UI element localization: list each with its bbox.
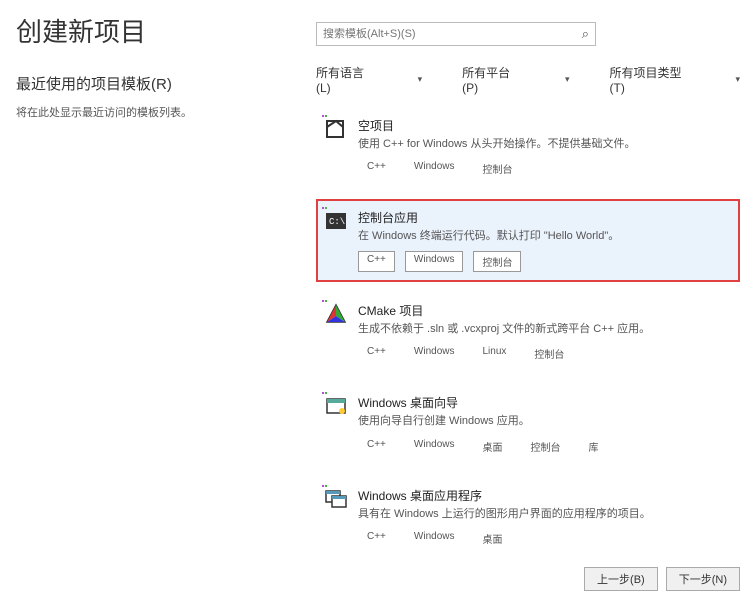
template-desc: 使用 C++ for Windows 从头开始操作。不提供基础文件。 [358, 137, 732, 152]
template-title: 空项目 [358, 117, 732, 134]
tag: Windows [405, 251, 464, 272]
template-list: 空项目 使用 C++ for Windows 从头开始操作。不提供基础文件。 C… [316, 107, 740, 559]
template-item-desktop-app[interactable]: Windows 桌面应用程序 具有在 Windows 上运行的图形用户界面的应用… [316, 477, 740, 559]
tag: Linux [473, 343, 515, 364]
filter-projecttype-label: 所有项目类型(T) [610, 64, 696, 95]
filter-projecttype-dropdown[interactable]: 所有项目类型(T) ▾ [610, 64, 741, 95]
template-tags: C++ Windows 控制台 [358, 158, 732, 179]
search-input[interactable] [323, 28, 578, 40]
cmake-icon [324, 302, 348, 326]
template-desc: 具有在 Windows 上运行的图形用户界面的应用程序的项目。 [358, 507, 732, 522]
back-button[interactable]: 上一步(B) [584, 567, 658, 591]
desktop-app-icon [324, 487, 348, 511]
filter-language-dropdown[interactable]: 所有语言(L) ▾ [316, 64, 422, 95]
tag: Windows [405, 528, 464, 549]
template-title: CMake 项目 [358, 302, 732, 319]
search-icon[interactable]: ⌕ [582, 26, 589, 42]
template-item-desktop-wizard[interactable]: Windows 桌面向导 使用向导自行创建 Windows 应用。 C++ Wi… [316, 384, 740, 466]
page-title: 创建新项目 [16, 12, 296, 49]
tag: 控制台 [473, 158, 521, 179]
template-item-empty[interactable]: 空项目 使用 C++ for Windows 从头开始操作。不提供基础文件。 C… [316, 107, 740, 189]
filter-language-label: 所有语言(L) [316, 64, 378, 95]
template-desc: 生成不依赖于 .sln 或 .vcxproj 文件的新式跨平台 C++ 应用。 [358, 322, 732, 337]
tag: 库 [579, 436, 607, 457]
template-title: Windows 桌面向导 [358, 394, 732, 411]
empty-project-icon [324, 117, 348, 141]
chevron-down-icon: ▾ [565, 74, 570, 85]
template-tags: C++ Windows Linux 控制台 [358, 343, 732, 364]
tag: Windows [405, 158, 464, 179]
chevron-down-icon: ▾ [418, 74, 423, 85]
template-tags: C++ Windows 桌面 控制台 库 [358, 436, 732, 457]
tag: Windows [405, 436, 464, 457]
recent-templates-title: 最近使用的项目模板(R) [16, 73, 296, 94]
tag: 控制台 [521, 436, 569, 457]
filter-platform-label: 所有平台(P) [462, 64, 525, 95]
template-tags: C++ Windows 控制台 [358, 251, 732, 272]
recent-templates-desc: 将在此处显示最近访问的模板列表。 [16, 104, 296, 120]
template-item-cmake[interactable]: CMake 项目 生成不依赖于 .sln 或 .vcxproj 文件的新式跨平台… [316, 292, 740, 374]
template-item-console[interactable]: C:\ 控制台应用 在 Windows 终端运行代码。默认打印 "Hello W… [316, 199, 740, 281]
tag: Windows [405, 343, 464, 364]
template-desc: 使用向导自行创建 Windows 应用。 [358, 414, 732, 429]
filter-platform-dropdown[interactable]: 所有平台(P) ▾ [462, 64, 569, 95]
console-app-icon: C:\ [324, 209, 348, 233]
template-title: Windows 桌面应用程序 [358, 487, 732, 504]
template-desc: 在 Windows 终端运行代码。默认打印 "Hello World"。 [358, 229, 732, 244]
tag: 桌面 [473, 528, 511, 549]
tag: 控制台 [525, 343, 573, 364]
tag: C++ [358, 251, 395, 272]
tag: C++ [358, 158, 395, 179]
tag: 桌面 [473, 436, 511, 457]
template-tags: C++ Windows 桌面 [358, 528, 732, 549]
template-title: 控制台应用 [358, 209, 732, 226]
svg-text:C:\: C:\ [329, 217, 345, 227]
tag: C++ [358, 528, 395, 549]
wizard-icon [324, 394, 348, 418]
search-box[interactable]: ⌕ [316, 22, 596, 46]
next-button[interactable]: 下一步(N) [666, 567, 740, 591]
tag: 控制台 [473, 251, 521, 272]
chevron-down-icon: ▾ [735, 74, 740, 85]
tag: C++ [358, 343, 395, 364]
tag: C++ [358, 436, 395, 457]
